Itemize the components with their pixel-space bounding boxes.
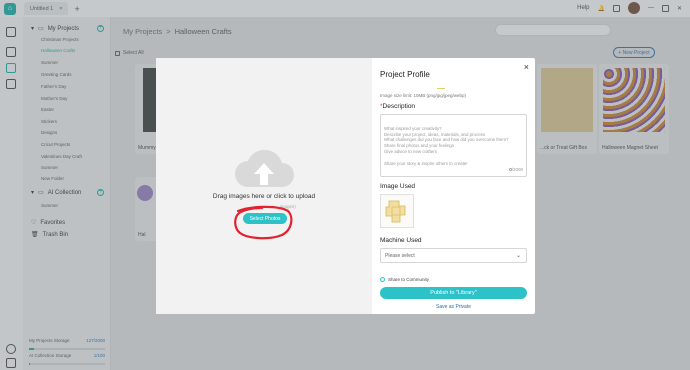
share-label: Share to Community [388, 277, 430, 282]
divider [437, 88, 445, 89]
chevron-down-icon: ⌄ [515, 253, 521, 259]
upload-dropzone[interactable]: Drag images here or click to upload ...i… [156, 58, 372, 314]
description-placeholder: What inspired your creativity? Describe … [384, 125, 509, 166]
project-profile-modal: Drag images here or click to upload ...i… [156, 58, 535, 314]
project-profile-form: × Project Profile Image size limit: 10MB… [380, 58, 535, 314]
image-used-thumbnail[interactable] [380, 194, 414, 228]
description-label-text: Description [382, 103, 416, 110]
description-counter: 0/2000 [509, 167, 523, 173]
box-template-image [385, 200, 406, 223]
image-size-limit: Image size limit: 10MB (png/jpg/jpeg/web… [380, 93, 467, 98]
machine-select-value: Please select [385, 252, 415, 259]
radio-icon[interactable] [380, 277, 385, 282]
close-icon[interactable]: × [524, 62, 529, 72]
save-private-link[interactable]: Save as Private [380, 304, 527, 310]
drag-text: Drag images here or click to upload [212, 193, 316, 200]
machine-select[interactable]: Please select ⌄ [380, 248, 527, 263]
red-circle-annotation [234, 205, 293, 240]
image-used-label: Image Used [380, 183, 416, 190]
share-to-community-option[interactable]: Share to Community [380, 277, 429, 282]
publish-button[interactable]: Publish to "Library" [380, 287, 527, 299]
machine-used-label: Machine Used [380, 237, 422, 244]
description-max: /2000 [511, 167, 523, 173]
description-label: *Description [380, 103, 415, 110]
modal-title: Project Profile [380, 70, 430, 79]
cloud-upload-icon [235, 149, 294, 187]
description-textarea[interactable]: What inspired your creativity? Describe … [380, 114, 527, 177]
